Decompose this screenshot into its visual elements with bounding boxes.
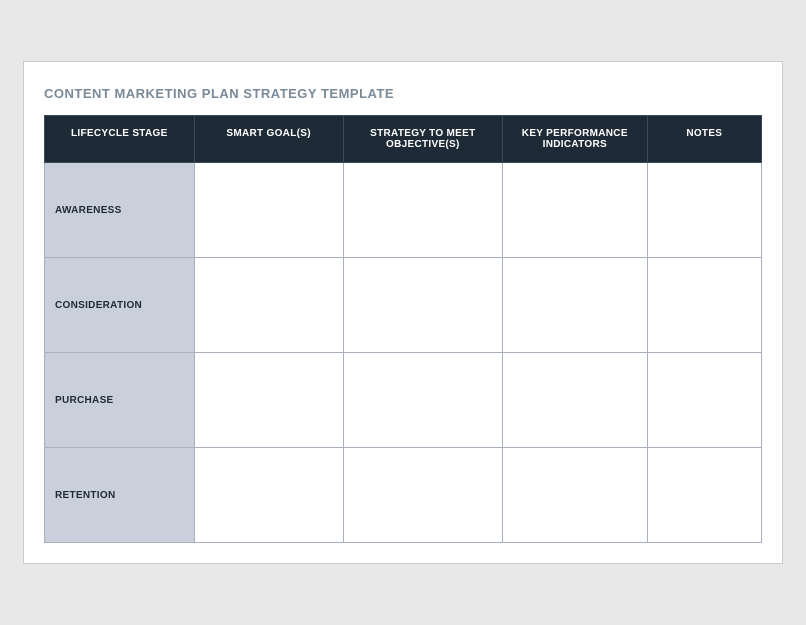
strategy-awareness[interactable] (343, 163, 502, 258)
header-strategy: STRATEGY TO MEET OBJECTIVE(S) (343, 116, 502, 163)
stage-retention: RETENTION (45, 448, 195, 543)
kpi-purchase[interactable] (503, 353, 648, 448)
strategy-table: LIFECYCLE STAGE SMART GOAL(S) STRATEGY T… (44, 115, 762, 543)
strategy-retention[interactable] (343, 448, 502, 543)
header-smart: SMART GOAL(S) (194, 116, 343, 163)
page-title: CONTENT MARKETING PLAN STRATEGY TEMPLATE (44, 86, 762, 101)
table-row: RETENTION (45, 448, 762, 543)
smart-awareness[interactable] (194, 163, 343, 258)
stage-awareness: AWARENESS (45, 163, 195, 258)
strategy-purchase[interactable] (343, 353, 502, 448)
table-row: AWARENESS (45, 163, 762, 258)
notes-retention[interactable] (647, 448, 761, 543)
header-kpi: KEY PERFORMANCE INDICATORS (503, 116, 648, 163)
kpi-consideration[interactable] (503, 258, 648, 353)
stage-consideration: CONSIDERATION (45, 258, 195, 353)
kpi-awareness[interactable] (503, 163, 648, 258)
notes-purchase[interactable] (647, 353, 761, 448)
header-notes: NOTES (647, 116, 761, 163)
smart-purchase[interactable] (194, 353, 343, 448)
header-lifecycle: LIFECYCLE STAGE (45, 116, 195, 163)
smart-retention[interactable] (194, 448, 343, 543)
kpi-retention[interactable] (503, 448, 648, 543)
table-row: CONSIDERATION (45, 258, 762, 353)
notes-consideration[interactable] (647, 258, 761, 353)
strategy-consideration[interactable] (343, 258, 502, 353)
table-header-row: LIFECYCLE STAGE SMART GOAL(S) STRATEGY T… (45, 116, 762, 163)
notes-awareness[interactable] (647, 163, 761, 258)
table-row: PURCHASE (45, 353, 762, 448)
page-container: CONTENT MARKETING PLAN STRATEGY TEMPLATE… (23, 61, 783, 564)
stage-purchase: PURCHASE (45, 353, 195, 448)
smart-consideration[interactable] (194, 258, 343, 353)
